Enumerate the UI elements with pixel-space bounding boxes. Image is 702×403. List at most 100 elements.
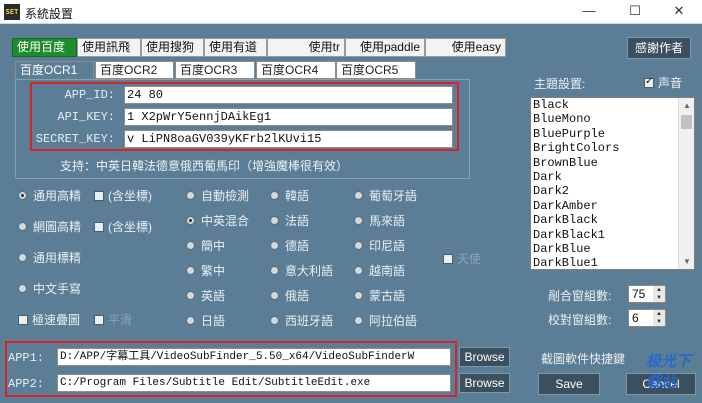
screenshot-hotkey-label: 截圖軟件快捷鍵: [541, 352, 626, 366]
theme-label: 主題設置:: [534, 77, 586, 91]
coords-checkbox-1[interactable]: (含坐標): [94, 187, 152, 204]
mode-general-std[interactable]: 通用標精: [18, 249, 81, 266]
maximize-button[interactable]: ☐: [612, 0, 658, 24]
proof-window-groups-spinner[interactable]: 6 ▲ ▼: [628, 309, 666, 327]
theme-list[interactable]: Black BlueMono BluePurple BrightColors B…: [530, 97, 695, 270]
lang-traditional[interactable]: 繁中: [186, 262, 225, 279]
title-bar: SET 系統設置 — ☐ ✕: [0, 0, 702, 24]
checkbox-icon: [644, 76, 654, 88]
tab-paddle[interactable]: 使用paddle: [345, 38, 425, 57]
checkbox-icon: [94, 221, 104, 232]
api-key-label: API_KEY:: [57, 110, 115, 124]
tab-youdao[interactable]: 使用有道: [204, 38, 267, 57]
spinner-arrows-icon[interactable]: ▲ ▼: [653, 310, 665, 326]
window-title: 系統設置: [25, 7, 74, 21]
checkbox-icon: [94, 314, 104, 325]
coords-checkbox-2[interactable]: (含坐標): [94, 218, 152, 235]
theme-item[interactable]: BrightColors: [531, 141, 694, 155]
secret-key-field[interactable]: v LiPN8oaGV039yKFrb2lKUvi15: [124, 130, 453, 148]
app1-path-field[interactable]: D:/APP/字幕工具/VideoSubFinder_5.50_x64/Vide…: [57, 348, 451, 366]
extra-option-checkbox[interactable]: 天使: [443, 250, 481, 267]
app2-browse-button[interactable]: Browse: [459, 373, 510, 393]
radio-icon: [18, 222, 27, 232]
theme-item[interactable]: DarkBlack: [531, 213, 694, 227]
theme-item[interactable]: BlueMono: [531, 112, 694, 126]
thanks-author-button[interactable]: 感謝作者: [627, 37, 691, 59]
sound-checkbox[interactable]: 声音: [644, 74, 682, 91]
lang-french[interactable]: 法語: [270, 212, 309, 229]
theme-item[interactable]: DarkBlack1: [531, 228, 694, 242]
app-id-field[interactable]: 24 80: [124, 86, 453, 104]
scroll-thumb[interactable]: [681, 115, 692, 129]
app1-label: APP1:: [8, 351, 45, 365]
theme-item[interactable]: DarkAmber: [531, 199, 694, 213]
lang-mongolian[interactable]: 蒙古語: [354, 287, 405, 304]
lang-vietnamese[interactable]: 越南語: [354, 262, 405, 279]
theme-item[interactable]: DarkBlue1: [531, 256, 694, 269]
lang-malay[interactable]: 馬來語: [354, 212, 405, 229]
mode-web-high[interactable]: 網圖高精: [18, 218, 81, 235]
scroll-down-icon[interactable]: ▼: [679, 254, 694, 269]
tab-baidu[interactable]: 使用百度: [12, 38, 77, 57]
minimize-button[interactable]: —: [566, 0, 612, 24]
tab-baidu-ocr5[interactable]: 百度OCR5: [336, 61, 416, 79]
theme-item[interactable]: DarkBlue: [531, 242, 694, 256]
api-key-field[interactable]: 1 X2pWrY5ennjDAikEg1: [124, 108, 453, 126]
scroll-up-icon[interactable]: ▲: [679, 98, 694, 113]
theme-item[interactable]: Dark2: [531, 184, 694, 198]
app1-browse-button[interactable]: Browse: [459, 347, 510, 367]
radio-icon: [186, 191, 195, 201]
close-button[interactable]: ✕: [656, 0, 702, 24]
tab-baidu-ocr4[interactable]: 百度OCR4: [256, 61, 336, 79]
lang-japanese[interactable]: 日語: [186, 312, 225, 329]
lang-indonesian[interactable]: 印尼語: [354, 237, 405, 254]
lang-auto-detect[interactable]: 自動檢測: [186, 187, 249, 204]
tab-tr[interactable]: 使用tr: [267, 38, 345, 57]
lang-spanish[interactable]: 西班牙語: [270, 312, 333, 329]
checkbox-icon: [94, 190, 104, 201]
theme-scrollbar[interactable]: ▲ ▼: [678, 98, 694, 269]
radio-icon: [270, 191, 279, 201]
radio-icon: [270, 291, 279, 301]
lang-german[interactable]: 德語: [270, 237, 309, 254]
checkbox-icon: [443, 253, 453, 264]
radio-icon: [186, 241, 195, 251]
tab-baidu-ocr1[interactable]: 百度OCR1: [15, 61, 94, 79]
lang-simplified[interactable]: 簡中: [186, 237, 225, 254]
theme-item[interactable]: BluePurple: [531, 127, 694, 141]
lang-portuguese[interactable]: 葡萄牙語: [354, 187, 417, 204]
theme-item[interactable]: BrownBlue: [531, 156, 694, 170]
lang-english[interactable]: 英語: [186, 287, 225, 304]
lang-korean[interactable]: 韓語: [270, 187, 309, 204]
tab-easy[interactable]: 使用easy: [425, 38, 506, 57]
mode-handwriting[interactable]: 中文手寫: [18, 280, 81, 297]
radio-icon: [270, 216, 279, 226]
mode-general-high[interactable]: 通用高精: [18, 187, 81, 204]
tab-baidu-ocr2[interactable]: 百度OCR2: [95, 61, 174, 79]
tab-sogou[interactable]: 使用搜狗: [141, 38, 204, 57]
tab-baidu-ocr3[interactable]: 百度OCR3: [175, 61, 255, 79]
app2-path-field[interactable]: C:/Program Files/Subtitle Edit/SubtitleE…: [57, 374, 451, 392]
proof-window-groups-label: 校對窗組數:: [548, 313, 612, 327]
save-button[interactable]: Save: [538, 373, 600, 395]
radio-icon: [186, 216, 195, 226]
radio-icon: [354, 266, 363, 276]
tab-xunfei[interactable]: 使用訊飛: [77, 38, 141, 57]
checkbox-icon: [18, 314, 28, 325]
lang-italian[interactable]: 意大利語: [270, 262, 333, 279]
lang-zh-en[interactable]: 中英混合: [186, 212, 249, 229]
radio-icon: [18, 284, 27, 294]
cut-window-groups-spinner[interactable]: 75 ▲ ▼: [628, 285, 666, 303]
radio-icon: [270, 266, 279, 276]
radio-icon: [18, 191, 27, 201]
theme-item[interactable]: Black: [531, 98, 694, 112]
radio-icon: [354, 216, 363, 226]
smooth-checkbox[interactable]: 平滑: [94, 311, 132, 328]
spinner-arrows-icon[interactable]: ▲ ▼: [653, 286, 665, 302]
theme-item[interactable]: Dark: [531, 170, 694, 184]
watermark-logo: 极光下载站: [646, 353, 692, 391]
lang-russian[interactable]: 俄語: [270, 287, 309, 304]
lang-arabic[interactable]: 阿拉伯語: [354, 312, 417, 329]
radio-icon: [186, 266, 195, 276]
fast-merge-checkbox[interactable]: 極速疊圖: [18, 311, 80, 328]
